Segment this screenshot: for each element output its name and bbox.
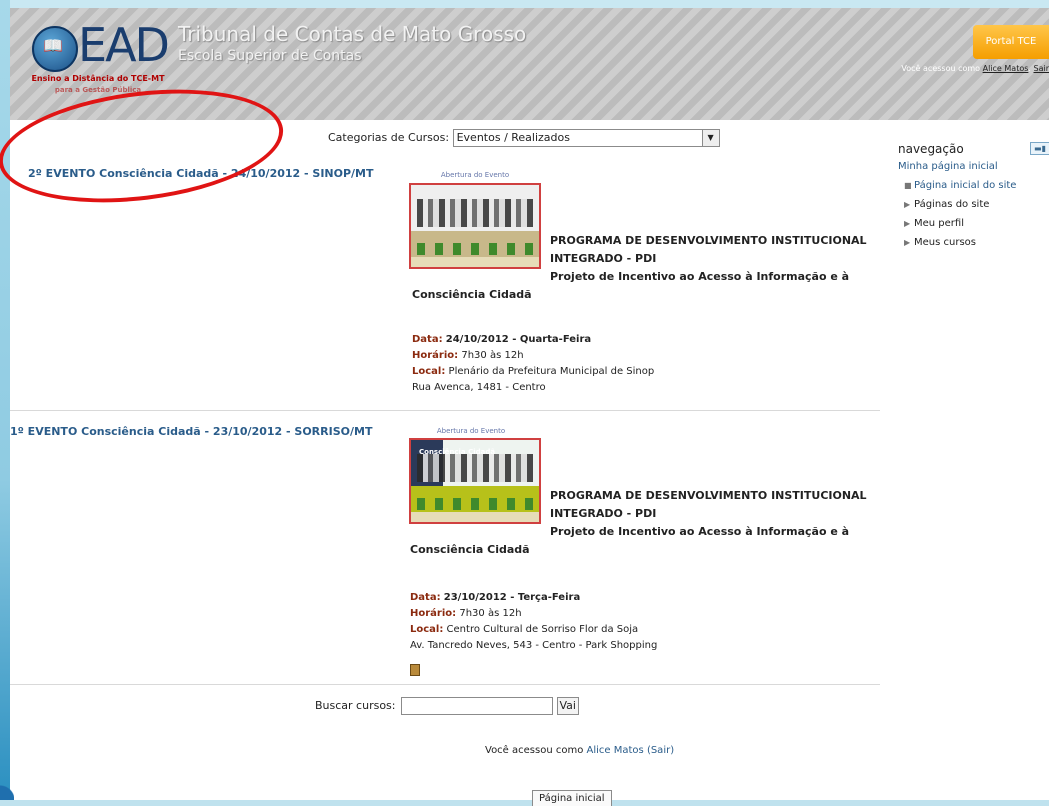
- event-divider: [10, 410, 880, 411]
- nav-my-home[interactable]: Minha página inicial: [898, 161, 998, 172]
- nav-site-home[interactable]: ■Página inicial do site: [904, 180, 1016, 191]
- site-header: 📖 EAD Ensino a Distância do TCE-MT para …: [10, 8, 1049, 121]
- bullet-icon: ■: [904, 181, 914, 190]
- logout-link[interactable]: Sair: [1034, 64, 1049, 73]
- event-photo[interactable]: [409, 183, 541, 269]
- site-title: Tribunal de Contas de Mato Grosso: [178, 22, 526, 46]
- event-photo[interactable]: Consciência Cidadã: [409, 438, 541, 524]
- category-select[interactable]: Eventos / Realizados ▼: [453, 129, 720, 147]
- category-selected: Eventos / Realizados: [457, 131, 570, 144]
- user-link[interactable]: Alice Matos: [983, 64, 1029, 73]
- program-title: PROGRAMA DE DESENVOLVIMENTO INSTITUCIONA…: [550, 487, 867, 541]
- search-button[interactable]: Vai: [557, 697, 579, 715]
- header-login-info: Você acessou como Alice Matos. Sair: [901, 64, 1049, 73]
- triangle-right-icon: ▶: [904, 219, 914, 228]
- dock-toggle-icon[interactable]: ▬▮: [1030, 142, 1049, 155]
- footer-login-info: Você acessou como Alice Matos (Sair): [485, 745, 674, 756]
- program-title: PROGRAMA DE DESENVOLVIMENTO INSTITUCIONA…: [550, 232, 867, 286]
- book-icon: 📖: [42, 38, 64, 54]
- event-image-caption: Abertura do Evento: [411, 171, 539, 179]
- site-subtitle: Escola Superior de Contas: [178, 48, 362, 64]
- ead-logo[interactable]: 📖 EAD Ensino a Distância do TCE-MT para …: [28, 16, 158, 96]
- event-divider: [10, 684, 880, 685]
- main-content: Categorias de Cursos: Eventos / Realizad…: [10, 120, 1049, 800]
- corner-decoration: [0, 770, 14, 800]
- search-label: Buscar cursos:: [315, 699, 396, 712]
- footer-user-link[interactable]: Alice Matos: [587, 745, 644, 756]
- nav-site-pages[interactable]: ▶Páginas do site: [904, 199, 989, 210]
- event-title-link[interactable]: 1º EVENTO Consciência Cidadã - 23/10/201…: [10, 425, 372, 438]
- attachment-icon[interactable]: [410, 664, 420, 676]
- logo-subtitle: Ensino a Distância do TCE-MT: [28, 74, 168, 83]
- program-subtitle: Consciência Cidadã: [410, 541, 530, 559]
- chevron-down-icon[interactable]: ▼: [702, 130, 719, 146]
- footer-logout-link[interactable]: (Sair): [647, 745, 674, 756]
- triangle-right-icon: ▶: [904, 238, 914, 247]
- portal-tce-button[interactable]: Portal TCE: [973, 25, 1049, 59]
- navigation-title: navegação: [898, 142, 964, 156]
- nav-my-profile[interactable]: ▶Meu perfil: [904, 218, 964, 229]
- course-search: Buscar cursos: Vai: [315, 697, 579, 715]
- triangle-right-icon: ▶: [904, 200, 914, 209]
- search-input[interactable]: [401, 697, 553, 715]
- category-label: Categorias de Cursos:: [328, 131, 449, 144]
- category-filter: Categorias de Cursos: Eventos / Realizad…: [328, 129, 720, 147]
- event-details: Data: 23/10/2012 - Terça-Feira Horário: …: [410, 590, 657, 654]
- nav-my-courses[interactable]: ▶Meus cursos: [904, 237, 976, 248]
- program-subtitle: Consciência Cidadã: [412, 286, 532, 304]
- event-details: Data: 24/10/2012 - Quarta-Feira Horário:…: [412, 332, 654, 396]
- event-title-link[interactable]: 2º EVENTO Consciência Cidadã - 24/10/201…: [28, 167, 374, 180]
- logo-text: EAD: [78, 20, 168, 70]
- event-image-caption: Abertura do Evento: [407, 427, 535, 435]
- left-frame: [0, 0, 10, 800]
- login-prefix: Você acessou como: [901, 64, 980, 73]
- home-button[interactable]: Página inicial: [532, 790, 612, 806]
- top-frame: [0, 0, 1049, 8]
- logo-subtitle-2: para a Gestão Pública: [28, 86, 168, 94]
